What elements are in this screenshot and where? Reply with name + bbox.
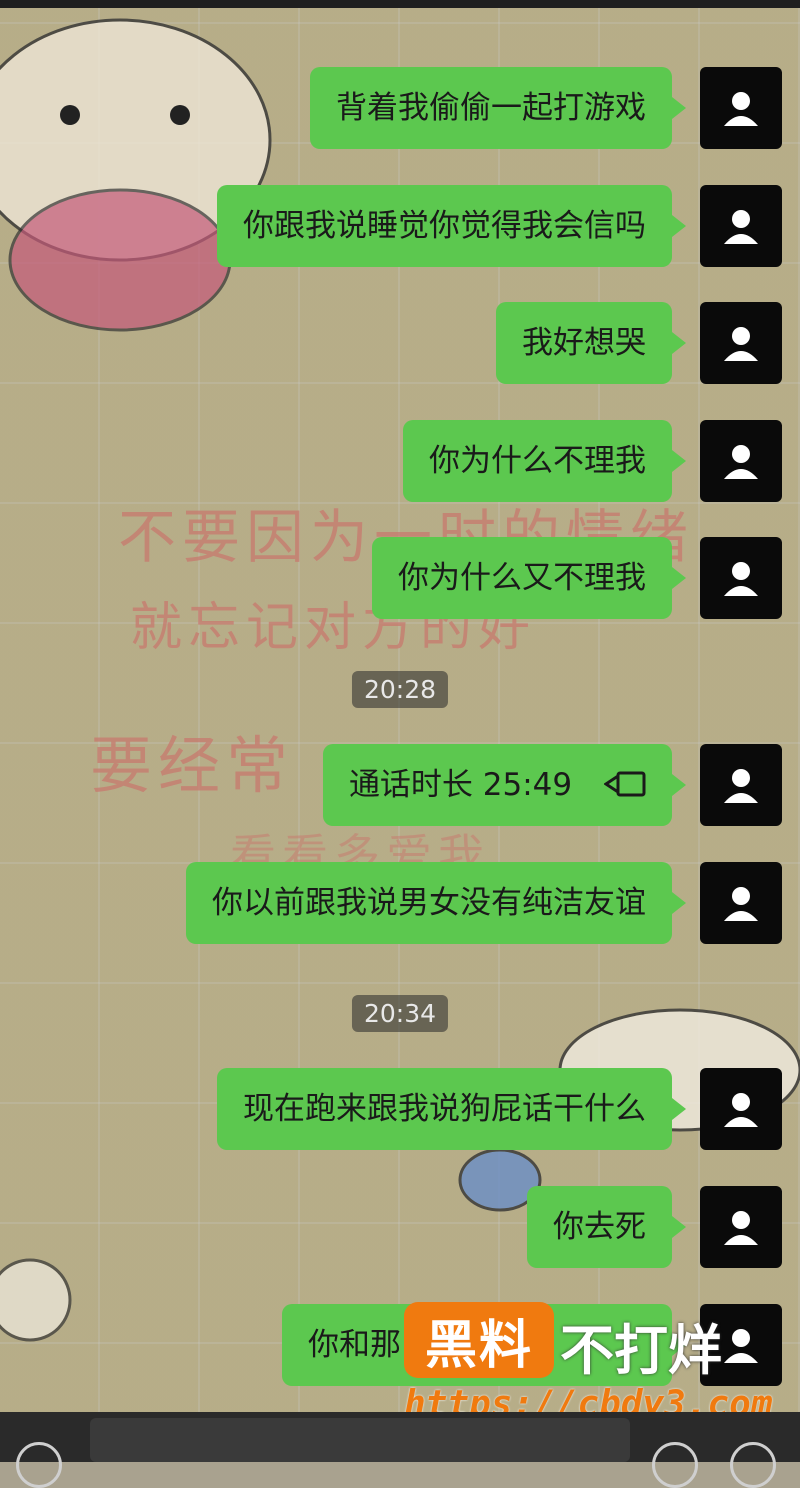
site-watermark: 黑料 不打烊 https://cbdy3.com [404, 1302, 772, 1425]
default-user-icon [724, 1211, 758, 1245]
message-bubble[interactable]: 我好想哭 [496, 302, 686, 384]
watermark-tag: 黑料 [404, 1302, 554, 1378]
message-bubble[interactable]: 背着我偷偷一起打游戏 [310, 67, 686, 149]
message-row: 现在跑来跟我说狗屁话干什么 [217, 1068, 782, 1150]
message-row: 你以前跟我说男女没有纯洁友谊 [186, 862, 782, 944]
plus-icon[interactable] [730, 1442, 776, 1488]
timestamp: 20:34 [351, 995, 449, 1032]
message-bubble[interactable]: 你去死 [527, 1186, 686, 1268]
default-user-icon [724, 562, 758, 596]
default-user-icon [724, 445, 758, 479]
message-bubble[interactable]: 你跟我说睡觉你觉得我会信吗 [217, 185, 686, 267]
message-bubble[interactable]: 你为什么不理我 [403, 420, 686, 502]
avatar[interactable] [700, 185, 782, 267]
message-row: 你跟我说睡觉你觉得我会信吗 [217, 185, 782, 267]
message-row: 你去死 [527, 1186, 782, 1268]
call-duration-text: 通话时长 25:49 [348, 767, 573, 803]
call-record-bubble[interactable]: 通话时长 25:49 [322, 744, 687, 826]
avatar[interactable] [700, 744, 782, 826]
avatar[interactable] [700, 420, 782, 502]
video-call-icon [603, 767, 646, 807]
message-row: 我好想哭 [496, 302, 782, 384]
default-user-icon [724, 327, 758, 361]
default-user-icon [724, 1093, 758, 1127]
chat-input-bar [0, 1412, 800, 1488]
avatar[interactable] [700, 67, 782, 149]
voice-icon[interactable] [16, 1442, 62, 1488]
avatar[interactable] [700, 537, 782, 619]
watermark-slogan: 不打烊 [560, 1319, 722, 1382]
message-row: 你为什么不理我 [403, 420, 782, 502]
avatar[interactable] [700, 862, 782, 944]
message-row: 你为什么又不理我 [372, 537, 782, 619]
default-user-icon [724, 210, 758, 244]
emoji-icon[interactable] [652, 1442, 698, 1488]
avatar[interactable] [700, 1186, 782, 1268]
message-row: 通话时长 25:49 [322, 744, 782, 826]
previous-message-edge [0, 0, 800, 8]
message-bubble[interactable]: 现在跑来跟我说狗屁话干什么 [217, 1068, 686, 1150]
avatar[interactable] [700, 302, 782, 384]
default-user-icon [724, 92, 758, 126]
message-bubble[interactable]: 你为什么又不理我 [372, 537, 686, 619]
avatar[interactable] [700, 1068, 782, 1150]
message-row: 背着我偷偷一起打游戏 [310, 67, 782, 149]
default-user-icon [724, 769, 758, 803]
message-bubble[interactable]: 你以前跟我说男女没有纯洁友谊 [186, 862, 686, 944]
message-input[interactable] [90, 1418, 630, 1462]
timestamp: 20:28 [351, 671, 449, 708]
default-user-icon [724, 887, 758, 921]
